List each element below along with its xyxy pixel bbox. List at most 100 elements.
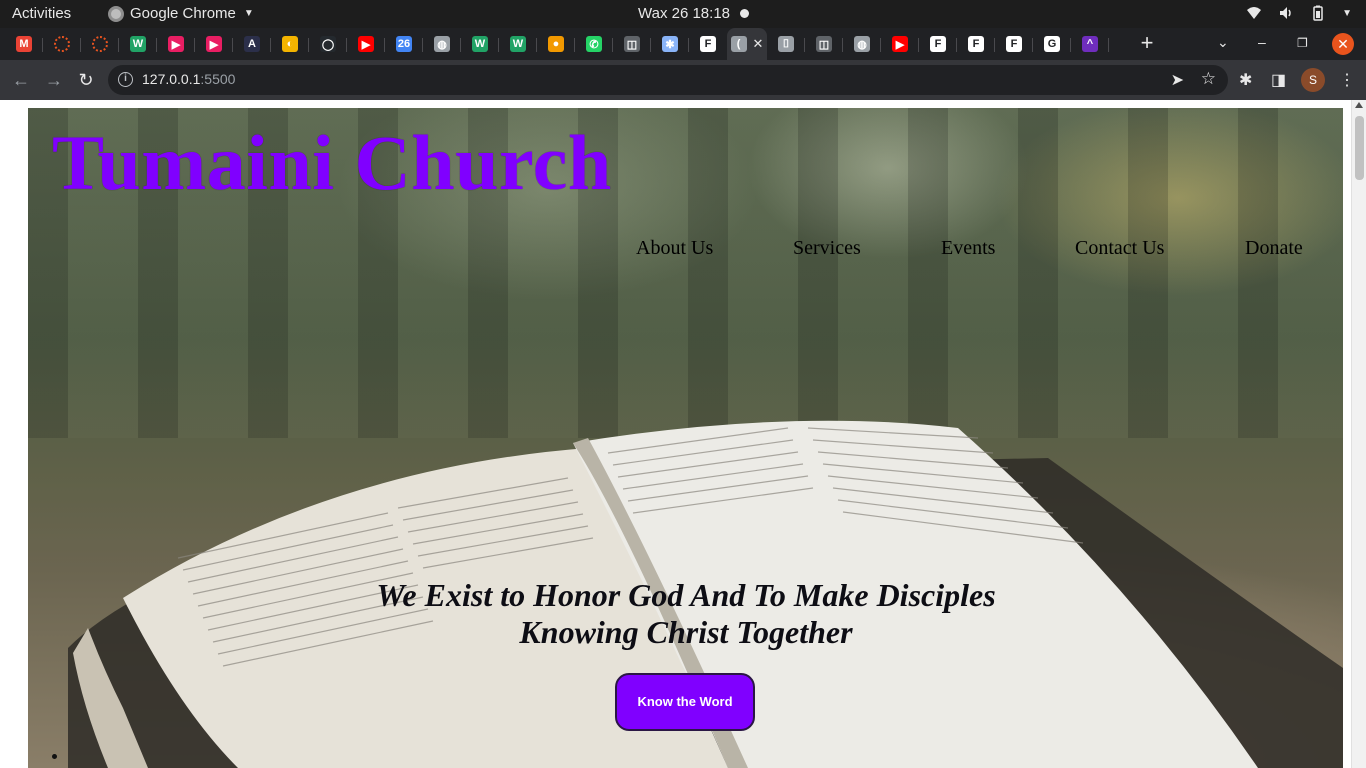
tagline-line-1: We Exist to Honor God And To Make Discip…	[376, 577, 996, 613]
scroll-up-arrow-icon[interactable]	[1355, 102, 1363, 108]
whatsapp-icon: ✆	[586, 36, 602, 52]
scrollbar-thumb[interactable]	[1355, 116, 1364, 180]
browser-tab[interactable]: M	[5, 28, 43, 60]
close-window-button[interactable]: ✕	[1332, 33, 1354, 55]
nav-contact-us[interactable]: Contact Us	[1075, 237, 1164, 260]
tagline-line-2: Knowing Christ Together	[519, 614, 853, 650]
box-icon: ⌷	[778, 36, 794, 52]
media-icon: ▶	[206, 36, 222, 52]
browser-tab[interactable]: G	[1033, 28, 1071, 60]
browser-tab[interactable]: (✕	[727, 28, 767, 60]
browser-tab[interactable]: ▶	[347, 28, 385, 60]
tab-strip: + ⌄ – ❐ ✕ M W ▶ ▶ A ◐ ◯ ▶ 26 ◍ W W ● ✆ ◫ ✱ F(✕ ⌷ ◫ ◍ ▶ F F F G ^	[0, 28, 1366, 60]
tab-separator	[1108, 38, 1109, 52]
colab-icon: ◐	[282, 36, 298, 52]
media-icon: ▶	[168, 36, 184, 52]
url-text[interactable]: 127.0.0.1:5500	[142, 71, 235, 87]
browser-tab[interactable]	[43, 28, 81, 60]
list-bullet	[52, 754, 57, 759]
extensions-puzzle-icon[interactable]: ✱	[1239, 70, 1252, 90]
globe-icon: ◍	[854, 36, 870, 52]
notification-dot-icon	[740, 9, 749, 18]
browser-tab[interactable]: ^	[1071, 28, 1109, 60]
ubuntu-icon	[92, 36, 108, 52]
ubuntu-icon	[54, 36, 70, 52]
system-top-bar: Activities Google Chrome ▼ Wax 26 18:18 …	[0, 0, 1366, 28]
side-panel-icon[interactable]: ◨	[1271, 70, 1286, 90]
send-icon[interactable]: ➤	[1171, 70, 1184, 90]
clock[interactable]: Wax 26 18:18	[638, 5, 730, 22]
nav-events[interactable]: Events	[941, 237, 995, 260]
reload-icon[interactable]: ↻	[75, 69, 97, 91]
site-title: Tumaini Church	[52, 119, 612, 206]
browser-tab[interactable]: ◫	[613, 28, 651, 60]
browser-tab[interactable]: F	[957, 28, 995, 60]
browser-tab[interactable]: W	[119, 28, 157, 60]
youtube-icon: ▶	[892, 36, 908, 52]
close-tab-icon[interactable]: ✕	[753, 36, 764, 52]
dots-icon: ●	[548, 36, 564, 52]
github-icon: ◯	[320, 36, 336, 52]
chevron-down-icon: ▼	[1342, 7, 1352, 19]
know-the-word-button[interactable]: Know the Word	[615, 673, 755, 731]
nav-donate[interactable]: Donate	[1245, 237, 1303, 260]
menu-kebab-icon[interactable]: ⋮	[1339, 70, 1355, 90]
back-icon[interactable]: ←	[10, 69, 32, 91]
browser-tab[interactable]: W	[461, 28, 499, 60]
browser-tab[interactable]: ◯	[309, 28, 347, 60]
profile-avatar[interactable]: S	[1301, 68, 1325, 92]
browser-tab[interactable]: ◫	[805, 28, 843, 60]
google-icon: G	[1044, 36, 1060, 52]
browser-tab[interactable]: F	[995, 28, 1033, 60]
youtube-icon: ▶	[358, 36, 374, 52]
browser-toolbar: ← → ↻ i 127.0.0.1:5500 ➤ ☆ ✱ ◨ S ⋮	[0, 60, 1366, 100]
browser-tab[interactable]: F	[689, 28, 727, 60]
app-menu[interactable]: Google Chrome ▼	[108, 5, 254, 22]
f-icon: F	[968, 36, 984, 52]
browser-tab[interactable]: ✱	[651, 28, 689, 60]
page-viewport: Tumaini Church About Us Services Events …	[0, 100, 1366, 768]
browser-tab[interactable]: ◍	[843, 28, 881, 60]
w-icon: W	[130, 36, 146, 52]
activities-button[interactable]: Activities	[12, 5, 71, 22]
browser-tab[interactable]	[81, 28, 119, 60]
chevron-down-icon: ▼	[243, 8, 254, 19]
browser-tab[interactable]: ⌷	[767, 28, 805, 60]
browser-tab[interactable]: 26	[385, 28, 423, 60]
site-info-icon[interactable]: i	[118, 72, 133, 87]
gmail-icon: M	[16, 36, 32, 52]
browser-tab[interactable]: ◐	[271, 28, 309, 60]
app-name: Google Chrome	[130, 5, 236, 22]
url-port: :5500	[200, 71, 236, 87]
bookmark-star-icon[interactable]: ☆	[1201, 69, 1216, 89]
browser-tab[interactable]: ▶	[195, 28, 233, 60]
browser-tab[interactable]: ✆	[575, 28, 613, 60]
browser-tab[interactable]: ▶	[881, 28, 919, 60]
minimize-icon[interactable]: –	[1258, 34, 1266, 50]
new-tab-button[interactable]: +	[1136, 32, 1158, 54]
f-icon: F	[700, 36, 716, 52]
nav-services[interactable]: Services	[793, 237, 861, 260]
tab-search-icon[interactable]: ⌄	[1217, 34, 1229, 51]
forward-icon[interactable]: →	[43, 69, 65, 91]
browser-tab[interactable]: W	[499, 28, 537, 60]
globe-icon: ◍	[434, 36, 450, 52]
f-icon: F	[930, 36, 946, 52]
browser-tab[interactable]: F	[919, 28, 957, 60]
browser-tab[interactable]: ◍	[423, 28, 461, 60]
system-tray[interactable]: ▼	[1246, 5, 1352, 21]
hero-tagline: We Exist to Honor God And To Make Discip…	[286, 577, 1086, 651]
nav-about-us[interactable]: About Us	[636, 237, 713, 260]
glasses-icon: ◫	[816, 36, 832, 52]
app-icon: ^	[1082, 36, 1098, 52]
battery-icon	[1313, 5, 1323, 21]
browser-tab[interactable]: ●	[537, 28, 575, 60]
w-icon: W	[472, 36, 488, 52]
page-scrollbar[interactable]	[1351, 100, 1366, 768]
calendar-icon: 26	[396, 36, 412, 52]
address-bar[interactable]: i 127.0.0.1:5500 ➤ ☆	[108, 65, 1228, 95]
browser-tab[interactable]: ▶	[157, 28, 195, 60]
restore-icon[interactable]: ❐	[1297, 36, 1308, 50]
app-icon: A	[244, 36, 260, 52]
browser-tab[interactable]: A	[233, 28, 271, 60]
